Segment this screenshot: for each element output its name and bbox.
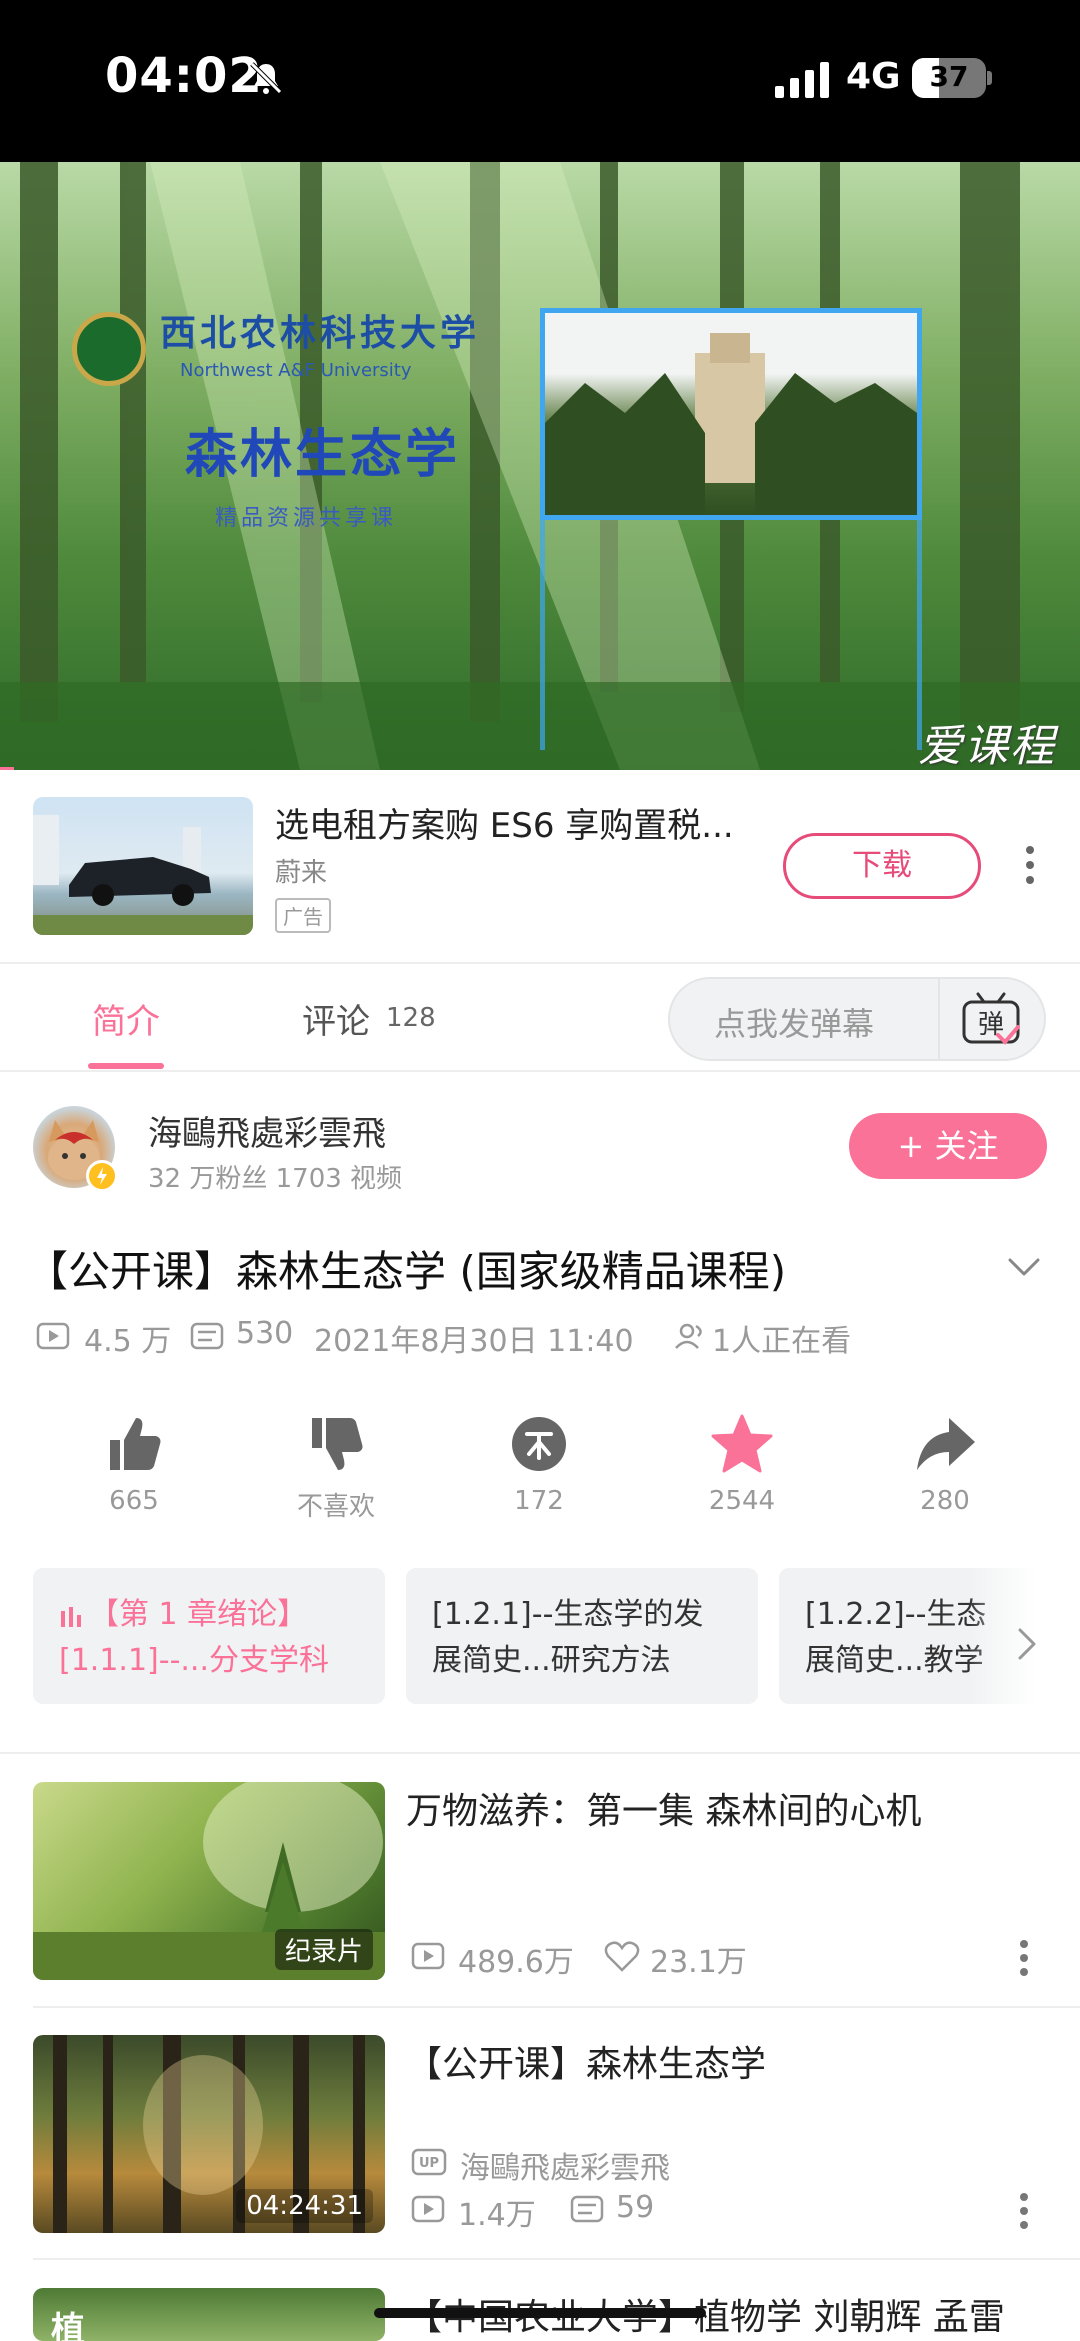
recommendation-likes: 23.1万: [650, 1945, 747, 1980]
divider: [0, 1070, 1080, 1072]
episode-list[interactable]: 【第 1 章绪论】 [1.1.1]--...分支学科 [1.2.1]--生态学的…: [0, 1568, 1080, 1704]
danmaku-toggle-icon[interactable]: 弹: [960, 991, 1022, 1049]
episode-item[interactable]: 【第 1 章绪论】 [1.1.1]--...分支学科: [33, 1568, 385, 1704]
watching-icon: [675, 1323, 702, 1349]
verified-badge-icon: [86, 1160, 118, 1192]
signal-icon: [775, 62, 829, 98]
video-player[interactable]: 西北农林科技大学 Northwest A&F University 森林生态学 …: [0, 162, 1080, 770]
video-inset-frame: [540, 308, 922, 520]
playing-bars-icon: [61, 1606, 81, 1627]
like-count: 665: [109, 1486, 159, 1516]
home-indicator[interactable]: [374, 2308, 706, 2318]
danmaku-count: 530: [236, 1316, 294, 1351]
bell-muted-icon: [250, 62, 282, 94]
episode-item[interactable]: [1.2.1]--生态学的发 展简史...研究方法: [406, 1568, 758, 1704]
views-icon: [411, 2195, 445, 2223]
more-options-icon[interactable]: [1014, 1936, 1034, 1980]
recommendation-badge: 纪录片: [274, 1929, 373, 1970]
publish-date: 2021年8月30日 11:40: [314, 1324, 634, 1359]
video-university-cn: 西北农林科技大学: [160, 312, 481, 354]
tab-active-indicator: [88, 1063, 164, 1069]
video-watermark: 爱课程: [918, 721, 1056, 770]
video-course-subtitle: 精品资源共享课: [215, 506, 398, 531]
dislike-label: 不喜欢: [296, 1492, 375, 1522]
ad-download-button[interactable]: 下载: [783, 833, 981, 899]
up-icon: UP: [411, 2148, 447, 2176]
tab-comments[interactable]: 评论: [302, 994, 370, 1043]
episode-line1: 【第 1 章绪论】: [89, 1597, 308, 1632]
views-icon: [411, 1942, 445, 1970]
status-time: 04:02: [105, 48, 263, 104]
views-icon: [36, 1322, 70, 1350]
episode-line2: 展简史...研究方法: [432, 1643, 671, 1678]
status-bar: 04:02 4G 37: [0, 0, 1080, 162]
battery-tip: [987, 71, 992, 85]
recommendation-views: 489.6万: [458, 1945, 574, 1980]
recommendation-thumbnail[interactable]: 纪录片: [33, 1782, 385, 1980]
episode-line1: [1.2.1]--生态学的发: [432, 1597, 704, 1632]
danmaku-count-icon: [190, 1322, 224, 1350]
divider: [33, 2258, 1080, 2260]
video-course-title: 森林生态学: [185, 424, 461, 485]
uploader-stats: 32 万粉丝 1703 视频: [148, 1164, 403, 1194]
recommendation-duration: 04:24:31: [236, 2189, 373, 2223]
share-arrow-icon: [917, 1418, 975, 1470]
ad-title[interactable]: 选电租方案购 ES6 享购置税...: [275, 798, 734, 847]
share-count: 280: [920, 1486, 970, 1516]
coin-count: 172: [514, 1486, 564, 1516]
chevron-right-icon[interactable]: [1004, 1624, 1050, 1664]
dislike-button[interactable]: 不喜欢: [266, 1412, 406, 1523]
heart-icon: [604, 1941, 640, 1972]
watching-count: 1人正在看: [712, 1324, 852, 1359]
ad-banner[interactable]: 选电租方案购 ES6 享购置税... 蔚来 广告 下载: [0, 770, 1080, 962]
danmaku-bar[interactable]: 点我发弹幕 弹: [668, 977, 1046, 1061]
recommendation-title[interactable]: 万物滋养：第一集 森林间的心机: [406, 1782, 921, 1834]
university-emblem: [72, 312, 146, 386]
coin-icon: [512, 1417, 566, 1471]
comment-count[interactable]: 128: [386, 1003, 436, 1033]
star-icon: [711, 1414, 773, 1473]
recommendation-title[interactable]: 【公开课】森林生态学: [406, 2035, 766, 2087]
danmaku-count-icon: [570, 2195, 604, 2223]
chevron-down-icon[interactable]: [1006, 1252, 1042, 1282]
recommendation-thumbnail[interactable]: 植: [33, 2288, 385, 2341]
uploader-name[interactable]: 海鷗飛處彩雲飛: [148, 1106, 386, 1155]
divider: [33, 2006, 1080, 2008]
favorite-button[interactable]: 2544: [672, 1412, 812, 1516]
follow-button[interactable]: + 关注: [849, 1113, 1047, 1179]
recommendation-thumbnail[interactable]: 04:24:31: [33, 2035, 385, 2233]
tab-intro[interactable]: 简介: [92, 994, 160, 1043]
battery-percent: 37: [929, 60, 969, 93]
share-button[interactable]: 280: [875, 1412, 1015, 1516]
thumbs-down-icon: [312, 1418, 363, 1470]
svg-text:UP: UP: [419, 2156, 439, 2171]
favorite-count: 2544: [708, 1486, 776, 1516]
like-button[interactable]: 665: [64, 1412, 204, 1516]
inset-reflection: [540, 520, 545, 750]
episode-line2: [1.1.1]--...分支学科: [59, 1643, 329, 1678]
ad-brand: 蔚来: [275, 858, 328, 888]
coin-button[interactable]: 172: [469, 1412, 609, 1516]
divider: [0, 1752, 1080, 1754]
view-count: 4.5 万: [84, 1324, 172, 1359]
recommendation-uploader: 海鷗飛處彩雲飛: [460, 2151, 670, 2186]
more-options-icon[interactable]: [1014, 2189, 1034, 2233]
recommendation-danmaku: 59: [616, 2190, 655, 2225]
danmaku-separator: [938, 979, 940, 1059]
ad-tag: 广告: [275, 898, 331, 933]
thumbs-up-icon: [110, 1418, 161, 1470]
network-type: 4G: [846, 56, 901, 97]
video-title[interactable]: 【公开课】森林生态学 (国家级精品课程): [26, 1238, 786, 1299]
battery-icon: 37: [912, 58, 986, 98]
tab-bar: 简介 评论 128 点我发弹幕 弹: [0, 964, 1080, 1070]
danmaku-input[interactable]: 点我发弹幕: [714, 999, 874, 1045]
more-options-icon[interactable]: [1020, 840, 1040, 890]
video-university-en: Northwest A&F University: [180, 360, 412, 381]
thumbnail-text: 植: [51, 2310, 85, 2341]
ad-thumbnail[interactable]: [33, 797, 253, 935]
recommendation-views: 1.4万: [458, 2198, 536, 2233]
